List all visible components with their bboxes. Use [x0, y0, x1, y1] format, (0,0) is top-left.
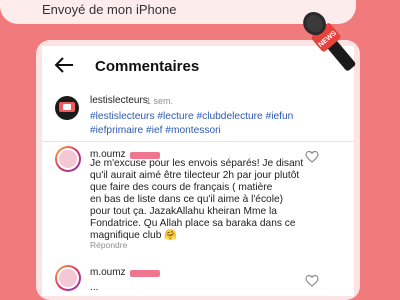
heart-icon[interactable] — [305, 150, 319, 164]
comments-screen: Commentaires lestislecteurs 1 sem. #lest… — [42, 46, 354, 296]
comment-username[interactable]: m.oumz — [90, 267, 126, 278]
back-arrow-icon[interactable] — [54, 56, 74, 74]
avatar[interactable] — [55, 146, 81, 172]
reply-button[interactable]: Répondre — [90, 240, 127, 250]
avatar[interactable] — [55, 265, 81, 291]
page-title: Commentaires — [95, 58, 200, 75]
post-caption: lestislecteurs 1 sem. #lestislecteurs #l… — [42, 88, 354, 141]
redaction-bar — [130, 270, 160, 277]
heart-icon[interactable] — [305, 274, 319, 288]
message-text: Envoyé de mon iPhone — [42, 2, 177, 17]
post-username[interactable]: lestislecteurs — [90, 95, 148, 106]
post-time: 1 sem. — [146, 96, 174, 106]
post-hashtags[interactable]: #lestislecteurs #lecture #clubdelecture … — [90, 110, 350, 137]
avatar[interactable] — [55, 96, 79, 120]
microphone-icon: NEWS — [303, 12, 356, 71]
comment-text: Je m'excuse pour les envois séparés! Je … — [90, 158, 304, 241]
divider — [42, 141, 354, 142]
